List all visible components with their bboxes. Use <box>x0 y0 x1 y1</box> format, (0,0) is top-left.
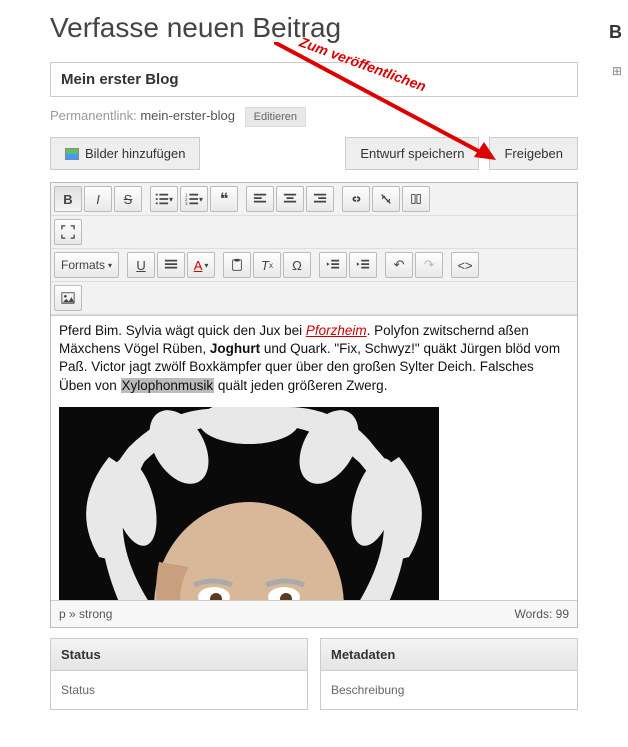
permalink-label: Permanentlink: <box>50 108 137 123</box>
link-button[interactable] <box>342 186 370 212</box>
text-bold: Joghurt <box>210 341 260 356</box>
redo-button[interactable]: ↷ <box>415 252 443 278</box>
formats-dropdown[interactable]: Formats▾ <box>54 252 119 278</box>
metadata-panel-body: Beschreibung <box>321 671 577 709</box>
text: Pferd Bim. Sylvia wägt quick den Jux bei <box>59 323 306 338</box>
align-left-button[interactable] <box>246 186 274 212</box>
undo-button[interactable]: ↶ <box>385 252 413 278</box>
post-title-input[interactable] <box>50 62 578 97</box>
strike-button[interactable]: S <box>114 186 142 212</box>
rich-text-editor: B I S ▾ 123▾ ❝ Formats▾ U A▾ Tx Ω ↶ ↷ <> <box>50 182 578 628</box>
special-char-button[interactable]: Ω <box>283 252 311 278</box>
source-code-button[interactable]: <> <box>451 252 479 278</box>
outdent-button[interactable] <box>319 252 347 278</box>
fullscreen-button[interactable] <box>54 219 82 245</box>
ul-button[interactable]: ▾ <box>150 186 178 212</box>
paste-text-button[interactable] <box>223 252 251 278</box>
metadata-panel: Metadaten Beschreibung <box>320 638 578 710</box>
editor-content[interactable]: Pferd Bim. Sylvia wägt quick den Jux bei… <box>51 315 577 600</box>
permalink-row: Permanentlink: mein-erster-blog Editiere… <box>50 107 578 127</box>
align-center-button[interactable] <box>276 186 304 212</box>
save-draft-button[interactable]: Entwurf speichern <box>345 137 479 170</box>
cropped-glyph: ⊞ <box>612 64 622 78</box>
italic-button[interactable]: I <box>84 186 112 212</box>
bold-button[interactable]: B <box>54 186 82 212</box>
word-count: Words: 99 <box>515 607 570 621</box>
page-title: Verfasse neuen Beitrag <box>50 12 578 44</box>
permalink-slug: mein-erster-blog <box>140 108 235 123</box>
edit-permalink-button[interactable]: Editieren <box>245 107 306 127</box>
unlink-button[interactable] <box>372 186 400 212</box>
metadata-panel-header: Metadaten <box>321 639 577 671</box>
align-right-button[interactable] <box>306 186 334 212</box>
ol-button[interactable]: 123▾ <box>180 186 208 212</box>
blockquote-button[interactable]: ❝ <box>210 186 238 212</box>
cropped-letter: B <box>609 22 622 43</box>
status-panel-body: Status <box>51 671 307 709</box>
content-image <box>59 407 439 600</box>
status-panel-header: Status <box>51 639 307 671</box>
text-color-button[interactable]: A▾ <box>187 252 215 278</box>
text: quält jeden größeren Zwerg. <box>214 378 387 393</box>
align-justify-button[interactable] <box>157 252 185 278</box>
svg-text:3: 3 <box>185 201 188 206</box>
anchor-button[interactable] <box>402 186 430 212</box>
insert-image-button[interactable] <box>54 285 82 311</box>
indent-button[interactable] <box>349 252 377 278</box>
add-images-label: Bilder hinzufügen <box>85 146 185 161</box>
text-highlight: Xylophonmusik <box>121 378 215 393</box>
element-path[interactable]: p » strong <box>59 607 112 621</box>
underline-button[interactable]: U <box>127 252 155 278</box>
clear-format-button[interactable]: Tx <box>253 252 281 278</box>
image-icon <box>65 148 79 160</box>
publish-button[interactable]: Freigeben <box>489 137 578 170</box>
status-panel: Status Status <box>50 638 308 710</box>
add-images-button[interactable]: Bilder hinzufügen <box>50 137 200 170</box>
pforzheim-link[interactable]: Pforzheim <box>306 323 367 338</box>
